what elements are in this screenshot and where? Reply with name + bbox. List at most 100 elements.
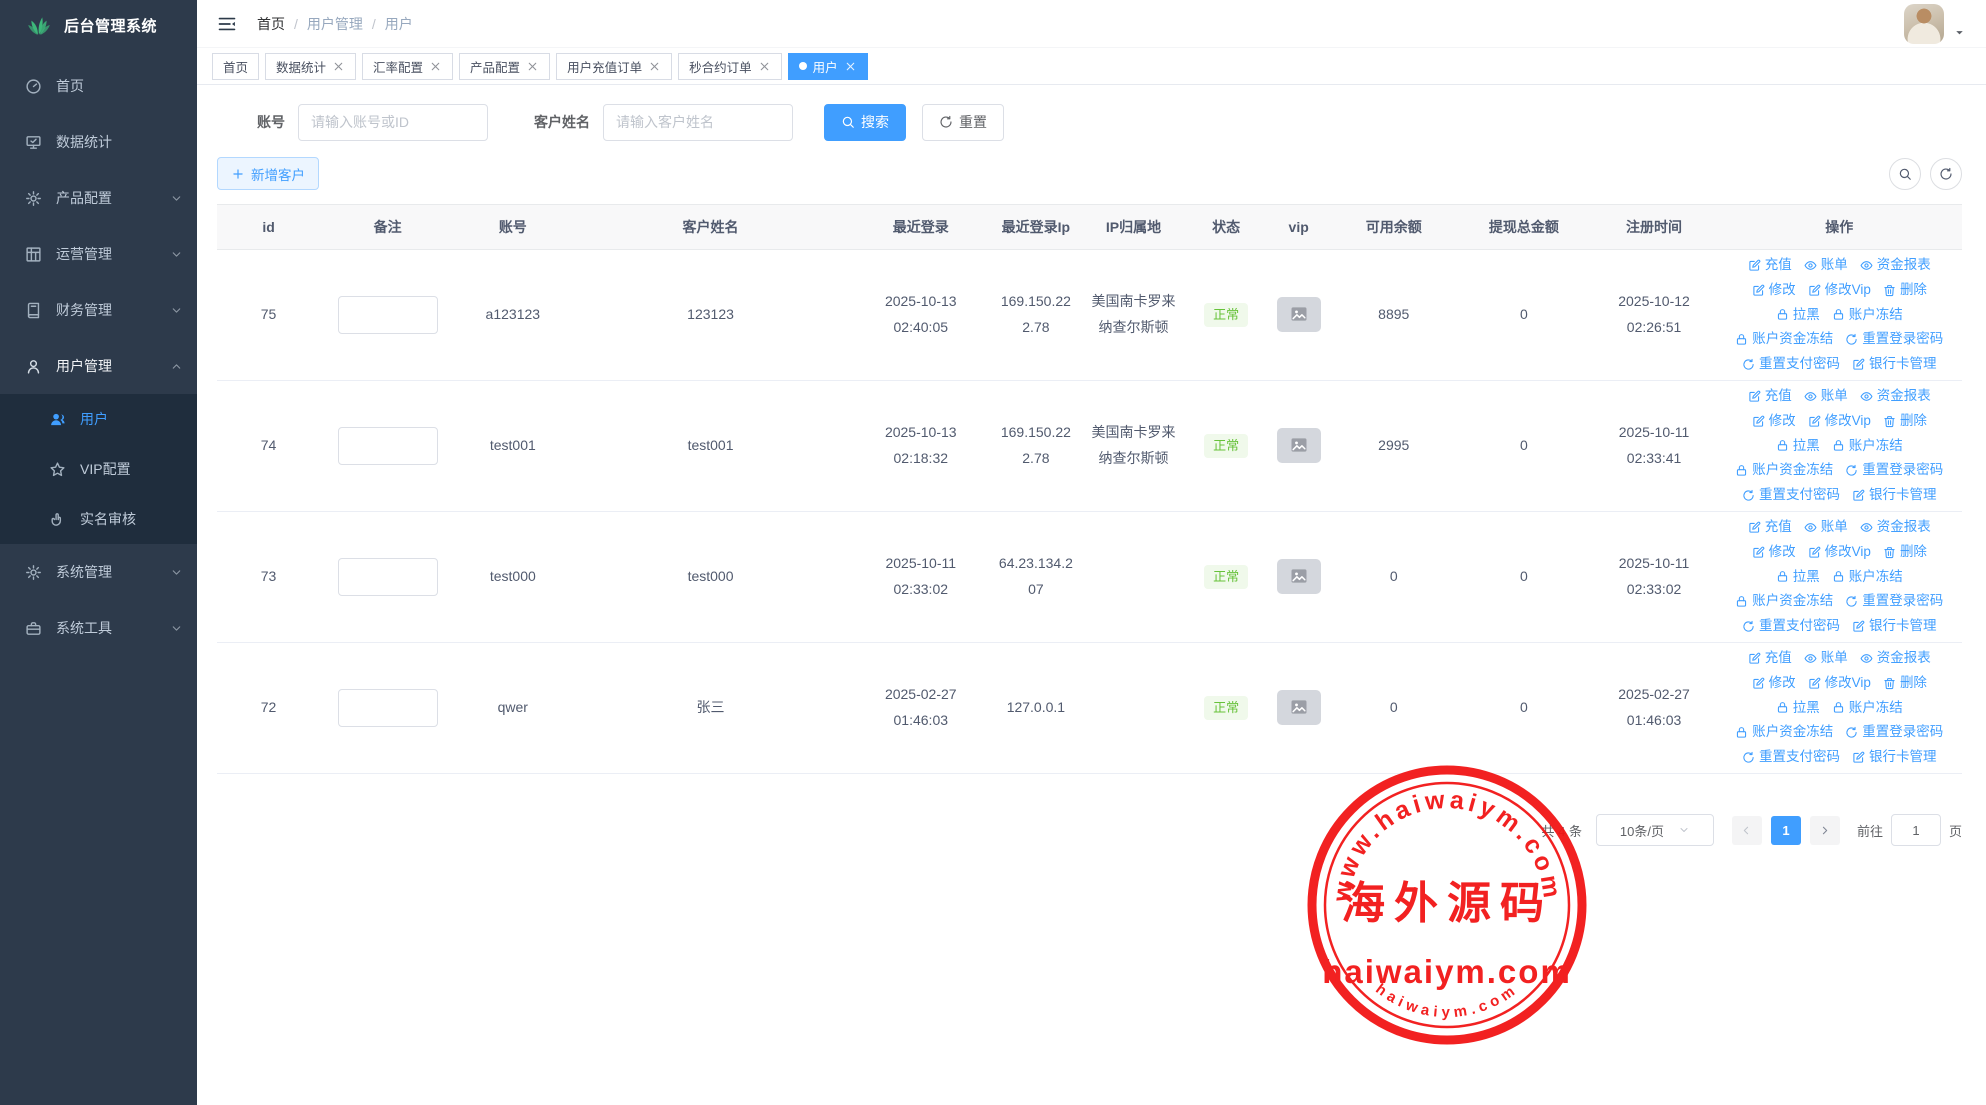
action-fund-report[interactable]: 资金报表 <box>1860 256 1931 275</box>
action-bank-card-manage[interactable]: 银行卡管理 <box>1852 748 1937 767</box>
tab-exchange-rate[interactable]: 汇率配置 <box>362 53 453 80</box>
action-edit-vip[interactable]: 修改Vip <box>1808 543 1871 562</box>
breadcrumb-item-1[interactable]: 用户管理 <box>307 14 363 34</box>
action-freeze-funds[interactable]: 账户资金冻结 <box>1735 723 1833 742</box>
toolbox-icon <box>25 620 42 637</box>
action-edit[interactable]: 修改 <box>1752 543 1796 562</box>
tab-recharge-orders[interactable]: 用户充值订单 <box>556 53 672 80</box>
action-edit-vip[interactable]: 修改Vip <box>1808 674 1871 693</box>
tab-close-icon[interactable] <box>332 60 345 73</box>
remark-input[interactable] <box>338 558 438 596</box>
tab-close-icon[interactable] <box>429 60 442 73</box>
action-freeze-funds[interactable]: 账户资金冻结 <box>1735 330 1833 349</box>
avatar-caret-down-icon[interactable] <box>1953 26 1966 39</box>
sidebar-item-home[interactable]: 首页 <box>0 58 197 114</box>
remark-input[interactable] <box>338 427 438 465</box>
action-recharge[interactable]: 充值 <box>1748 387 1792 406</box>
tab-close-icon[interactable] <box>758 60 771 73</box>
action-bill[interactable]: 账单 <box>1804 256 1848 275</box>
action-edit-vip[interactable]: 修改Vip <box>1808 281 1871 300</box>
sidebar-item-user-management[interactable]: 用户管理 <box>0 338 197 394</box>
action-freeze-account[interactable]: 账户冻结 <box>1832 568 1903 587</box>
sidebar-item-data-stats[interactable]: 数据统计 <box>0 114 197 170</box>
page-size-select[interactable]: 10条/页 <box>1596 814 1714 846</box>
action-reset-login-password[interactable]: 重置登录密码 <box>1845 592 1943 611</box>
user-avatar[interactable] <box>1904 4 1944 44</box>
action-recharge[interactable]: 充值 <box>1748 256 1792 275</box>
search-button[interactable]: 搜索 <box>824 104 906 141</box>
action-reset-login-password[interactable]: 重置登录密码 <box>1845 461 1943 480</box>
prev-page-button[interactable] <box>1732 816 1762 845</box>
sidebar-item-realname-audit[interactable]: 实名审核 <box>0 494 197 544</box>
sidebar-item-users[interactable]: 用户 <box>0 394 197 444</box>
vip-image-placeholder[interactable] <box>1277 428 1321 463</box>
tab-close-icon[interactable] <box>844 60 857 73</box>
tab-users[interactable]: 用户 <box>788 53 868 80</box>
action-recharge[interactable]: 充值 <box>1748 649 1792 668</box>
action-fund-report[interactable]: 资金报表 <box>1860 649 1931 668</box>
action-edit-vip[interactable]: 修改Vip <box>1808 412 1871 431</box>
current-page[interactable]: 1 <box>1771 816 1801 845</box>
action-bank-card-manage[interactable]: 银行卡管理 <box>1852 617 1937 636</box>
action-blacklist[interactable]: 拉黑 <box>1776 306 1820 325</box>
action-freeze-funds[interactable]: 账户资金冻结 <box>1735 592 1833 611</box>
action-delete[interactable]: 删除 <box>1883 543 1927 562</box>
action-bank-card-manage[interactable]: 银行卡管理 <box>1852 355 1937 374</box>
action-freeze-account[interactable]: 账户冻结 <box>1832 437 1903 456</box>
action-bill[interactable]: 账单 <box>1804 387 1848 406</box>
table-refresh-button[interactable] <box>1930 158 1962 190</box>
sidebar-item-system-management[interactable]: 系统管理 <box>0 544 197 600</box>
customer-name-input[interactable] <box>603 104 793 141</box>
sidebar-item-product-config[interactable]: 产品配置 <box>0 170 197 226</box>
menu-collapse-icon[interactable] <box>217 14 237 34</box>
sidebar-item-operations[interactable]: 运营管理 <box>0 226 197 282</box>
action-reset-pay-password[interactable]: 重置支付密码 <box>1742 748 1840 767</box>
action-reset-pay-password[interactable]: 重置支付密码 <box>1742 617 1840 636</box>
remark-input[interactable] <box>338 689 438 727</box>
account-input[interactable] <box>298 104 488 141</box>
action-recharge[interactable]: 充值 <box>1748 518 1792 537</box>
action-delete[interactable]: 删除 <box>1883 674 1927 693</box>
vip-image-placeholder[interactable] <box>1277 690 1321 725</box>
action-freeze-account[interactable]: 账户冻结 <box>1832 699 1903 718</box>
action-reset-pay-password[interactable]: 重置支付密码 <box>1742 486 1840 505</box>
action-bill[interactable]: 账单 <box>1804 518 1848 537</box>
action-freeze-account[interactable]: 账户冻结 <box>1832 306 1903 325</box>
action-blacklist[interactable]: 拉黑 <box>1776 437 1820 456</box>
reset-button[interactable]: 重置 <box>922 104 1004 141</box>
action-blacklist[interactable]: 拉黑 <box>1776 699 1820 718</box>
tab-close-icon[interactable] <box>648 60 661 73</box>
action-delete[interactable]: 删除 <box>1883 281 1927 300</box>
action-fund-report[interactable]: 资金报表 <box>1860 387 1931 406</box>
cell-account: a123123 <box>455 250 570 381</box>
remark-input[interactable] <box>338 296 438 334</box>
action-bill[interactable]: 账单 <box>1804 649 1848 668</box>
action-delete[interactable]: 删除 <box>1883 412 1927 431</box>
action-edit[interactable]: 修改 <box>1752 412 1796 431</box>
action-edit[interactable]: 修改 <box>1752 674 1796 693</box>
breadcrumb-item-2[interactable]: 用户 <box>385 14 413 34</box>
sidebar-item-system-tools[interactable]: 系统工具 <box>0 600 197 656</box>
tab-product-config[interactable]: 产品配置 <box>459 53 550 80</box>
vip-image-placeholder[interactable] <box>1277 297 1321 332</box>
action-reset-login-password[interactable]: 重置登录密码 <box>1845 723 1943 742</box>
next-page-button[interactable] <box>1810 816 1840 845</box>
action-edit[interactable]: 修改 <box>1752 281 1796 300</box>
goto-page-input[interactable] <box>1891 814 1941 846</box>
add-customer-button[interactable]: 新增客户 <box>217 157 319 190</box>
action-fund-report[interactable]: 资金报表 <box>1860 518 1931 537</box>
sidebar-item-finance[interactable]: 财务管理 <box>0 282 197 338</box>
table-search-button[interactable] <box>1889 158 1921 190</box>
action-freeze-funds[interactable]: 账户资金冻结 <box>1735 461 1833 480</box>
tab-home[interactable]: 首页 <box>212 53 259 80</box>
breadcrumb-item-0[interactable]: 首页 <box>257 14 285 34</box>
tab-contract-orders[interactable]: 秒合约订单 <box>678 53 782 80</box>
vip-image-placeholder[interactable] <box>1277 559 1321 594</box>
tab-data-stats[interactable]: 数据统计 <box>265 53 356 80</box>
action-blacklist[interactable]: 拉黑 <box>1776 568 1820 587</box>
action-reset-login-password[interactable]: 重置登录密码 <box>1845 330 1943 349</box>
action-bank-card-manage[interactable]: 银行卡管理 <box>1852 486 1937 505</box>
action-reset-pay-password[interactable]: 重置支付密码 <box>1742 355 1840 374</box>
tab-close-icon[interactable] <box>526 60 539 73</box>
sidebar-item-vip-config[interactable]: VIP配置 <box>0 444 197 494</box>
